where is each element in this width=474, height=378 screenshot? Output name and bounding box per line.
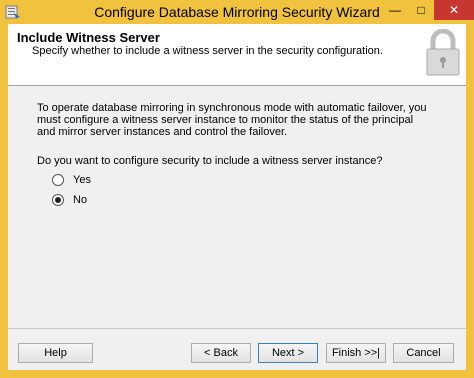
finish-button[interactable]: Finish >>| [326,343,386,363]
radio-option-no[interactable]: No [52,194,87,206]
close-button[interactable]: ✕ [434,0,474,20]
lock-icon [426,29,460,76]
cancel-button[interactable]: Cancel [393,343,454,363]
footer-separator [8,328,466,329]
page-title: Include Witness Server [17,30,160,45]
back-button[interactable]: < Back [191,343,251,363]
page-subtitle: Specify whether to include a witness ser… [32,45,383,57]
title-bar[interactable]: Configure Database Mirroring Security Wi… [0,0,474,24]
info-text: To operate database mirroring in synchro… [37,102,427,138]
minimize-button[interactable]: — [382,0,408,20]
radio-button-yes[interactable] [52,174,64,186]
next-button[interactable]: Next > [258,343,318,363]
wizard-client-area: Include Witness Server Specify whether t… [8,24,466,370]
radio-label-no: No [73,194,88,206]
wizard-header: Include Witness Server Specify whether t… [8,24,466,86]
maximize-button[interactable]: □ [408,0,434,20]
radio-button-no[interactable] [52,194,64,206]
help-button[interactable]: Help [18,343,93,363]
radio-option-yes[interactable]: Yes [52,174,91,186]
wizard-window: Configure Database Mirroring Security Wi… [0,0,474,378]
question-text: Do you want to configure security to inc… [37,155,383,167]
radio-label-yes: Yes [73,174,91,186]
